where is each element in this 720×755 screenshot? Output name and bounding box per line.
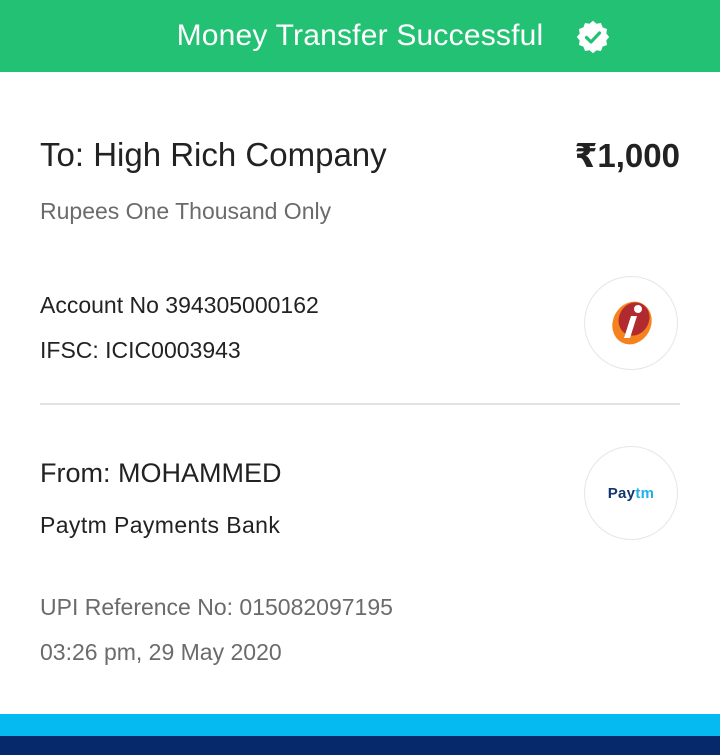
transaction-timestamp: 03:26 pm, 29 May 2020 bbox=[40, 639, 282, 665]
paytm-logo-pay: Pay bbox=[607, 484, 636, 502]
sender-name: From: MOHAMMED bbox=[40, 458, 282, 488]
amount-in-words: Rupees One Thousand Only bbox=[40, 198, 332, 224]
paytm-logo-tm: tm bbox=[635, 484, 655, 502]
recipient-name: To: High Rich Company bbox=[40, 136, 387, 173]
bottom-banner-dark bbox=[0, 736, 720, 755]
bottom-banner-light bbox=[0, 714, 720, 736]
header-title: Money Transfer Successful bbox=[176, 19, 544, 52]
paytm-bank-logo: Paytm bbox=[584, 446, 678, 540]
icici-logo-icon bbox=[612, 301, 652, 345]
upi-reference-number: UPI Reference No: 015082097195 bbox=[40, 594, 393, 620]
paytm-logo-text: Paytm bbox=[608, 485, 655, 502]
transfer-amount: ₹1,000 bbox=[574, 137, 680, 174]
section-divider bbox=[40, 403, 680, 405]
icici-bank-logo bbox=[584, 276, 678, 370]
sender-bank: Paytm Payments Bank bbox=[40, 512, 281, 538]
verified-badge-icon bbox=[576, 20, 610, 54]
recipient-account-number: Account No 394305000162 bbox=[40, 292, 319, 318]
success-header: Money Transfer Successful bbox=[0, 0, 720, 72]
recipient-ifsc: IFSC: ICIC0003943 bbox=[40, 337, 241, 363]
